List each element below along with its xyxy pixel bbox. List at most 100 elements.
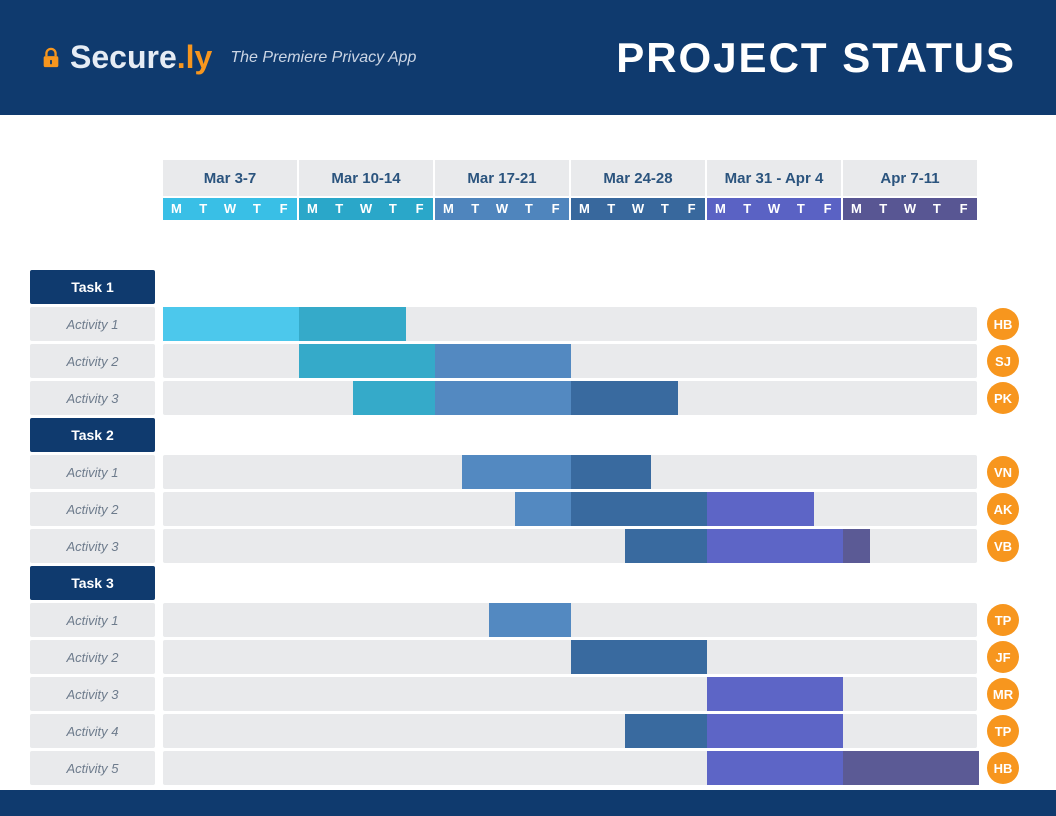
day-header: T: [598, 198, 625, 220]
day-header: T: [870, 198, 897, 220]
owner-avatar: HB: [987, 308, 1019, 340]
week-label: Mar 17-21: [435, 160, 569, 198]
week-label: Mar 24-28: [571, 160, 705, 198]
owner-avatar: AK: [987, 493, 1019, 525]
task-header: Task 1: [30, 270, 155, 304]
header: Secure.ly The Premiere Privacy App PROJE…: [0, 0, 1056, 115]
gantt-bar: [571, 492, 707, 526]
gantt-bar: [707, 492, 814, 526]
gantt-bar: [163, 307, 299, 341]
gantt-bar: [462, 455, 571, 489]
day-header: W: [625, 198, 652, 220]
activity-label: Activity 1: [30, 307, 155, 341]
gantt-bar: [435, 344, 571, 378]
gantt-bar: [435, 381, 571, 415]
activity-label: Activity 3: [30, 529, 155, 563]
gantt-bar: [571, 640, 707, 674]
gantt-bar: [843, 529, 870, 563]
day-header: W: [217, 198, 244, 220]
gantt-bar: [571, 381, 678, 415]
week-label: Mar 10-14: [299, 160, 433, 198]
gantt-bar: [353, 381, 435, 415]
owner-avatar: MR: [987, 678, 1019, 710]
gantt-chart: Mar 3-7MTWTFMar 10-14MTWTFMar 17-21MTWTF…: [0, 115, 1056, 145]
activity-label: Activity 3: [30, 677, 155, 711]
day-header: W: [897, 198, 924, 220]
day-header: T: [326, 198, 353, 220]
gantt-row: [163, 603, 977, 637]
gantt-row: [163, 381, 977, 415]
day-header: T: [462, 198, 489, 220]
gantt-row: [163, 529, 977, 563]
gantt-bar: [707, 677, 843, 711]
day-header: M: [707, 198, 734, 220]
logo-text-1: Secure: [70, 39, 177, 75]
activity-label: Activity 5: [30, 751, 155, 785]
day-header: F: [542, 198, 569, 220]
activity-label: Activity 3: [30, 381, 155, 415]
owner-avatar: SJ: [987, 345, 1019, 377]
activity-label: Activity 4: [30, 714, 155, 748]
week-column: Mar 17-21MTWTF: [435, 160, 569, 220]
activity-label: Activity 1: [30, 603, 155, 637]
day-header: T: [923, 198, 950, 220]
day-header: F: [270, 198, 297, 220]
week-column: Mar 31 - Apr 4MTWTF: [707, 160, 841, 220]
day-row: MTWTF: [843, 198, 977, 220]
week-label: Mar 3-7: [163, 160, 297, 198]
week-column: Mar 10-14MTWTF: [299, 160, 433, 220]
gantt-bar: [707, 751, 843, 785]
gantt-bar: [571, 455, 651, 489]
gantt-bar: [299, 344, 435, 378]
day-header: T: [190, 198, 217, 220]
task-header: Task 3: [30, 566, 155, 600]
day-header: M: [435, 198, 462, 220]
week-label: Apr 7-11: [843, 160, 977, 198]
tagline: The Premiere Privacy App: [230, 49, 416, 67]
gantt-row: [163, 677, 977, 711]
lock-icon: [40, 47, 62, 69]
page-title: PROJECT STATUS: [616, 34, 1016, 82]
owner-avatar: HB: [987, 752, 1019, 784]
day-header: M: [163, 198, 190, 220]
owner-avatar: PK: [987, 382, 1019, 414]
logo-text: Secure.ly: [70, 39, 212, 76]
gantt-bar: [625, 714, 707, 748]
day-header: F: [678, 198, 705, 220]
day-header: W: [353, 198, 380, 220]
owner-avatar: VB: [987, 530, 1019, 562]
brand: Secure.ly The Premiere Privacy App: [40, 39, 416, 76]
gantt-row: [163, 714, 977, 748]
week-column: Mar 24-28MTWTF: [571, 160, 705, 220]
owner-avatar: VN: [987, 456, 1019, 488]
gantt-row: [163, 344, 977, 378]
week-label: Mar 31 - Apr 4: [707, 160, 841, 198]
gantt-bar: [707, 714, 843, 748]
gantt-row: [163, 640, 977, 674]
owner-avatar: TP: [987, 604, 1019, 636]
gantt-grid: [163, 270, 977, 788]
logo-dot: .: [177, 39, 186, 75]
day-header: M: [299, 198, 326, 220]
gantt-bar: [625, 529, 707, 563]
timeline-header: Mar 3-7MTWTFMar 10-14MTWTFMar 17-21MTWTF…: [163, 160, 977, 220]
day-row: MTWTF: [435, 198, 569, 220]
day-header: F: [950, 198, 977, 220]
gantt-row: [163, 492, 977, 526]
day-row: MTWTF: [707, 198, 841, 220]
day-header: M: [571, 198, 598, 220]
gantt-row: [163, 307, 977, 341]
activity-label: Activity 2: [30, 492, 155, 526]
owner-avatar: JF: [987, 641, 1019, 673]
gantt-bar: [515, 492, 571, 526]
gantt-bar: [707, 529, 843, 563]
row-labels-column: Task 1Activity 1Activity 2Activity 3Task…: [30, 270, 155, 788]
footer-bar: [0, 790, 1056, 816]
activity-label: Activity 2: [30, 344, 155, 378]
day-header: T: [243, 198, 270, 220]
day-row: MTWTF: [163, 198, 297, 220]
day-header: F: [406, 198, 433, 220]
day-header: T: [787, 198, 814, 220]
day-row: MTWTF: [571, 198, 705, 220]
day-header: T: [515, 198, 542, 220]
